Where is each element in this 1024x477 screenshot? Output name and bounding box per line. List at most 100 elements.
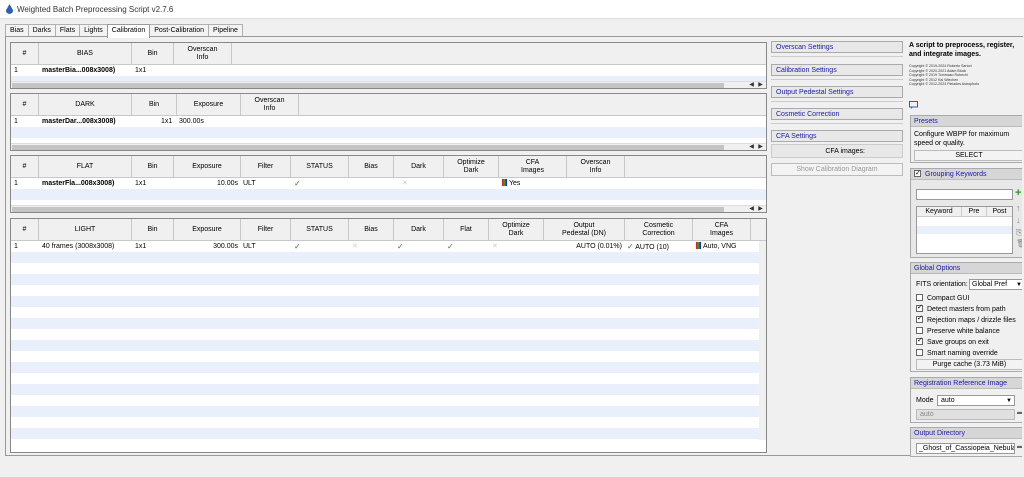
table-row[interactable]: 1 masterDar...008x3008) 1x1 300.00s — [11, 116, 766, 127]
exposure-value: 300.00s — [213, 243, 238, 250]
grouping-enable-checkbox[interactable] — [914, 168, 921, 179]
col-header: FLAT — [39, 156, 132, 178]
keywords-table-header: Keyword Pre Post — [917, 207, 1012, 217]
dark-table: # DARK Bin Exposure Overscan Info 1 mast… — [10, 93, 767, 151]
horizontal-scrollbar[interactable]: ◀ ▶ — [11, 143, 766, 150]
cfa-text: Yes — [509, 180, 521, 187]
horizontal-scrollbar[interactable]: ◀ ▶ — [11, 205, 766, 212]
checkbox[interactable] — [916, 349, 923, 356]
keyword-input[interactable] — [916, 189, 1013, 200]
cosmetic-correction-button[interactable]: Cosmetic Correction — [771, 108, 903, 120]
option-compact-gui[interactable]: Compact GUI — [916, 294, 969, 302]
bias-table-header: # BIAS Bin Overscan Info — [11, 43, 766, 65]
checkbox[interactable] — [916, 327, 923, 334]
col-header: Overscan Info — [174, 43, 232, 65]
arrow-up-icon[interactable]: ↑ — [1016, 203, 1021, 213]
col-header: Bias — [349, 156, 394, 178]
option-smart-naming[interactable]: Smart naming override — [916, 349, 998, 357]
calibration-settings-button[interactable]: Calibration Settings — [771, 64, 903, 76]
reference-path-input[interactable]: auto — [916, 409, 1015, 420]
fits-orientation-select[interactable]: Global Pref ▼ — [969, 279, 1024, 290]
col-header: Dark — [394, 156, 444, 178]
col-header: Dark — [394, 219, 444, 241]
overscan-settings-button[interactable]: Overscan Settings — [771, 41, 903, 53]
light-table-header: # LIGHT Bin Exposure Filter STATUS Bias … — [11, 219, 766, 241]
col-header: Optimize Dark — [489, 219, 544, 241]
about-headline: A script to preprocess, register, and in… — [909, 42, 1015, 58]
grouping-keywords-panel: Grouping Keywords + ↑ ↓ ⎘ 🗑 Keyword Pre … — [910, 168, 1024, 258]
empty-row — [11, 318, 766, 329]
output-directory-input[interactable]: _Ghost_of_Cassiopeia_Nebula — [916, 443, 1015, 454]
status-check-icon: ✓ — [294, 242, 301, 251]
col-header: Cosmetic Correction — [625, 219, 693, 241]
panel-title: Global Options — [911, 263, 1024, 274]
checkbox[interactable] — [916, 336, 923, 345]
row-number: 1 — [14, 67, 18, 74]
table-row[interactable]: 1 masterFla...008x3008) 1x1 10.00s ULT ✓… — [11, 178, 766, 189]
output-pedestal-settings-button[interactable]: Output Pedestal Settings — [771, 86, 903, 98]
option-preserve-white-balance[interactable]: Preserve white balance — [916, 327, 1000, 335]
mode-select[interactable]: auto ▼ — [937, 395, 1015, 406]
row-number: 1 — [14, 243, 18, 250]
checkbox[interactable] — [916, 314, 923, 323]
scroll-right-icon[interactable]: ▶ — [756, 144, 765, 150]
cosmetic-check-icon: ✓ — [627, 242, 634, 251]
add-icon[interactable]: + — [1015, 187, 1021, 199]
cosmetic-text: AUTO (10) — [635, 244, 669, 251]
empty-row — [11, 189, 766, 200]
tab-calibration[interactable]: Calibration — [106, 24, 151, 38]
scroll-left-icon[interactable]: ◀ — [747, 82, 756, 88]
scroll-right-icon[interactable]: ▶ — [756, 206, 765, 212]
dark-table-header: # DARK Bin Exposure Overscan Info — [11, 94, 766, 116]
col-header: Bin — [132, 43, 174, 65]
bin-value: 1x1 — [135, 67, 147, 74]
title-bar: Weighted Batch Preprocessing Script v2.7… — [0, 0, 1024, 19]
scroll-left-icon[interactable]: ◀ — [747, 206, 756, 212]
col-header: # — [11, 43, 39, 65]
cfa-settings-button[interactable]: CFA Settings — [771, 130, 903, 142]
col-header: Exposure — [177, 94, 241, 116]
col-header: Bin — [132, 156, 174, 178]
vertical-scrollbar[interactable] — [759, 241, 766, 440]
light-frames: 40 frames (3008x3008) — [42, 243, 115, 250]
scroll-left-icon[interactable]: ◀ — [747, 144, 756, 150]
calibration-page: # BIAS Bin Overscan Info 1 masterBia...0… — [5, 36, 1024, 477]
scroll-right-icon[interactable]: ▶ — [756, 82, 765, 88]
col-header: Filter — [241, 219, 291, 241]
bin-value: 1x1 — [161, 118, 173, 125]
chat-icon[interactable] — [909, 101, 918, 109]
col-header: STATUS — [291, 156, 349, 178]
checkbox[interactable] — [916, 303, 923, 312]
option-rejection-maps[interactable]: Rejection maps / drizzle files — [916, 314, 1016, 324]
option-save-groups[interactable]: Save groups on exit — [916, 336, 989, 346]
row-number: 1 — [14, 180, 18, 187]
master-file: masterFla...008x3008) — [42, 180, 115, 187]
select-preset-button[interactable]: SELECT — [914, 150, 1024, 161]
mode-label: Mode — [916, 397, 934, 404]
table-row[interactable]: 1 masterBia...008x3008) 1x1 — [11, 65, 766, 76]
col-header: Pre — [962, 207, 987, 216]
arrow-down-icon[interactable]: ↓ — [1016, 215, 1021, 225]
panel-title: Presets — [911, 116, 1024, 127]
purge-cache-button[interactable]: Purge cache (3.73 MiB) — [916, 359, 1023, 370]
col-header: Keyword — [917, 207, 962, 216]
cfa-color-icon — [502, 179, 507, 186]
col-header: Post — [992, 208, 1007, 215]
panel-title: Registration Reference Image — [911, 378, 1024, 389]
output-directory-panel: Output Directory _Ghost_of_Cassiopeia_Ne… — [910, 427, 1024, 457]
table-row[interactable]: 1 40 frames (3008x3008) 1x1 300.00s ULT … — [11, 241, 766, 252]
empty-row — [11, 340, 766, 351]
global-options-panel: Global Options FITS orientation: Global … — [910, 262, 1024, 372]
option-detect-masters[interactable]: Detect masters from path — [916, 303, 1006, 313]
checkbox[interactable] — [916, 294, 923, 301]
cfa-value: Auto, VNG — [696, 241, 736, 252]
option-label: Detect masters from path — [927, 306, 1006, 313]
col-header: Overscan Info — [567, 156, 625, 178]
horizontal-scrollbar[interactable]: ◀ ▶ — [11, 81, 766, 88]
divider — [771, 123, 903, 124]
col-header: Optimize Dark — [444, 156, 499, 178]
window-title: Weighted Batch Preprocessing Script v2.7… — [17, 5, 174, 14]
show-calibration-diagram-button[interactable]: Show Calibration Diagram — [771, 163, 903, 176]
col-header: Overscan Info — [241, 94, 299, 116]
master-file: masterBia...008x3008) — [42, 67, 116, 74]
